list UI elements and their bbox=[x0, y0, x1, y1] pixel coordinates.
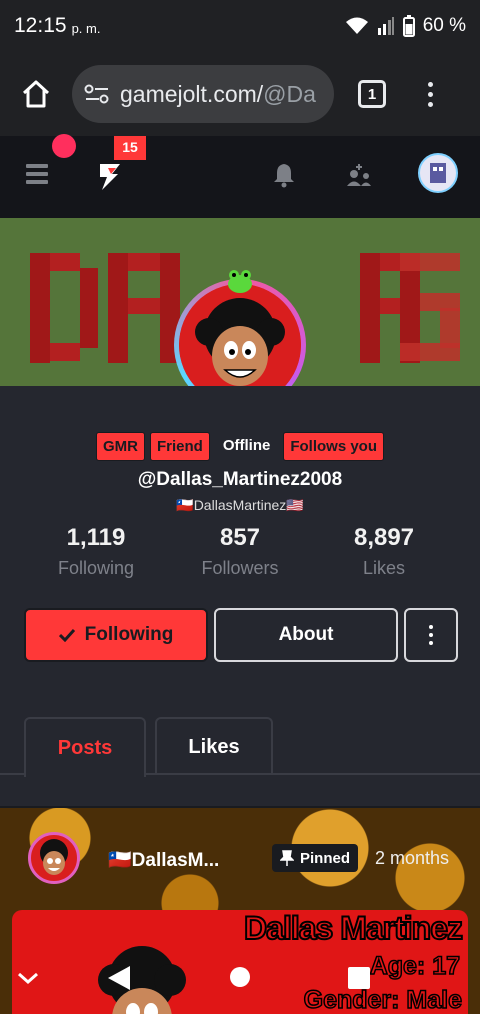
battery-icon bbox=[402, 15, 415, 37]
tag-follows-you: Follows you bbox=[283, 432, 384, 461]
pin-icon bbox=[280, 850, 294, 866]
notification-dot bbox=[52, 134, 76, 158]
hamburger-menu-icon[interactable] bbox=[26, 164, 48, 188]
stat-label: Likes bbox=[362, 558, 406, 578]
home-nav-icon[interactable] bbox=[229, 966, 251, 988]
profile-actions: Following About bbox=[24, 608, 458, 662]
tag-gmr: GMR bbox=[95, 432, 145, 461]
status-bar: 12:15 p. m. 60 % bbox=[0, 0, 480, 52]
checkmark-icon bbox=[58, 628, 75, 642]
post-time[interactable]: 2 months bbox=[375, 848, 449, 869]
tag-friend: Friend bbox=[149, 432, 210, 461]
post-author-name[interactable]: 🇨🇱DallasM... bbox=[108, 848, 219, 872]
battery-level: 60 % bbox=[422, 15, 466, 36]
following-button[interactable]: Following bbox=[24, 608, 208, 662]
status-icons: 60 % bbox=[345, 15, 466, 37]
following-button-label: Following bbox=[84, 624, 174, 645]
back-icon[interactable] bbox=[106, 964, 132, 992]
signal-icon bbox=[377, 17, 394, 35]
notification-count-badge: 15 bbox=[114, 136, 146, 160]
url-text: gamejolt.com/@Da bbox=[120, 80, 316, 107]
browser-menu-button[interactable] bbox=[428, 81, 433, 107]
stat-value: 8,897 bbox=[353, 524, 415, 551]
user-avatar-button[interactable] bbox=[418, 153, 458, 193]
stat-value: 857 bbox=[219, 524, 261, 551]
recents-icon[interactable] bbox=[347, 966, 371, 990]
status-ampm: p. m. bbox=[71, 20, 101, 36]
tab-switcher-button[interactable]: 1 bbox=[358, 80, 386, 108]
pinned-badge: Pinned bbox=[272, 844, 359, 872]
browser-toolbar: gamejolt.com/@Da 1 bbox=[0, 52, 480, 136]
url-bar[interactable]: gamejolt.com/@Da bbox=[72, 65, 334, 123]
home-icon bbox=[22, 80, 50, 108]
bell-icon[interactable] bbox=[272, 162, 296, 188]
pinned-label: Pinned bbox=[300, 849, 351, 867]
tab-posts[interactable]: Posts bbox=[24, 717, 146, 777]
stat-following[interactable]: 1,119 Following bbox=[24, 524, 168, 579]
frog-decoration-icon bbox=[228, 270, 252, 293]
profile-tags: GMR Friend Offline Follows you bbox=[0, 432, 480, 461]
home-button[interactable] bbox=[0, 80, 72, 108]
profile-display-name: 🇨🇱DallasMartinez🇺🇸 bbox=[176, 497, 304, 513]
profile-tabs: Posts Likes bbox=[0, 717, 480, 777]
post-author-avatar[interactable] bbox=[28, 832, 80, 884]
stat-likes[interactable]: 8,897 Likes bbox=[312, 524, 456, 579]
site-settings-icon[interactable] bbox=[84, 83, 110, 105]
gamejolt-logo-icon[interactable] bbox=[96, 162, 124, 192]
about-button[interactable]: About bbox=[214, 608, 398, 662]
chevron-down-icon[interactable] bbox=[16, 970, 40, 986]
stat-value: 1,119 bbox=[66, 524, 126, 551]
tab-likes[interactable]: Likes bbox=[155, 717, 273, 775]
wifi-icon bbox=[345, 17, 368, 34]
post-card-title: Dallas Martinez bbox=[243, 910, 464, 947]
system-navbar bbox=[0, 950, 480, 1014]
profile-stats: 1,119 Following 857 Followers 8,897 Like… bbox=[0, 524, 480, 579]
status-time: 12:15 bbox=[14, 14, 67, 37]
stat-label: Followers bbox=[201, 558, 279, 578]
friend-requests-icon[interactable] bbox=[345, 162, 373, 188]
stat-followers[interactable]: 857 Followers bbox=[168, 524, 312, 579]
tag-offline: Offline bbox=[222, 437, 271, 454]
stat-label: Following bbox=[57, 558, 135, 578]
profile-username: @Dallas_Martinez2008 bbox=[137, 469, 343, 490]
more-options-button[interactable] bbox=[404, 608, 458, 662]
